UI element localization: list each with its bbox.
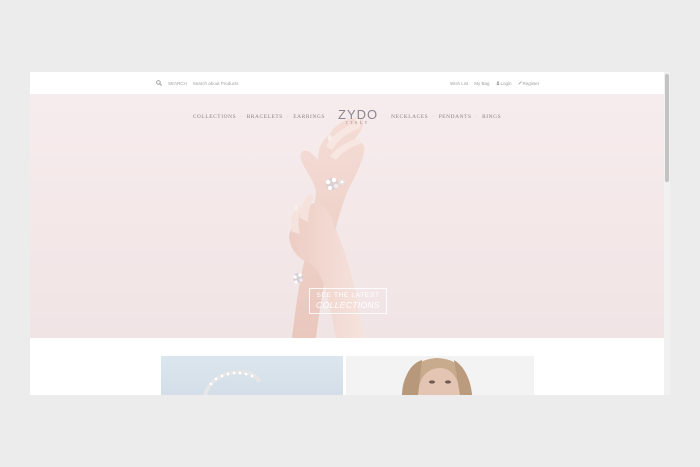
main-navigation: COLLECTIONS · BRACELETS · EARRINGS ZYDO … [30,107,664,125]
nav-necklaces[interactable]: NECKLACES [388,114,431,120]
browser-page: SEARCH Search about Products Wish List M… [30,72,670,395]
brand-logo[interactable]: ZYDO ITALY [338,107,379,125]
cta-line2: COLLECTIONS [316,300,380,310]
register-link[interactable]: Register [517,80,540,86]
nav-earrings[interactable]: EARRINGS [290,114,328,120]
search-placeholder[interactable]: Search about Products [193,81,239,86]
login-link[interactable]: Login [496,81,512,86]
search-icon[interactable] [156,80,162,86]
register-label: Register [522,80,540,86]
scrollbar-thumb[interactable] [665,74,669,182]
my-bag-link[interactable]: My Bag [474,81,489,86]
model-portrait-image[interactable] [346,356,534,395]
wishlist-link[interactable]: Wish List [450,81,468,86]
logo-sub-text: ITALY [346,121,370,125]
see-latest-collections-button[interactable]: SEE THE LATEST COLLECTIONS [309,288,387,314]
nav-pendants[interactable]: PENDANTS [436,114,475,120]
logo-brand-text: ZYDO [338,107,379,122]
ring-product-image[interactable] [161,356,343,395]
pencil-icon [517,80,522,85]
nav-collections[interactable]: COLLECTIONS [190,114,239,120]
cta-line1: SEE THE LATEST [316,292,380,299]
search-area[interactable]: SEARCH Search about Products [156,72,239,94]
account-links: Wish List My Bag Login Register [450,72,539,94]
nav-bracelets[interactable]: BRACELETS [244,114,286,120]
utility-bar: SEARCH Search about Products Wish List M… [30,72,664,94]
vertical-scrollbar[interactable] [664,72,670,395]
login-label: Login [500,80,512,86]
hero-banner: COLLECTIONS · BRACELETS · EARRINGS ZYDO … [30,94,664,338]
search-label: SEARCH [168,80,187,86]
nav-rings[interactable]: RINGS [479,114,504,120]
user-icon [496,80,500,85]
